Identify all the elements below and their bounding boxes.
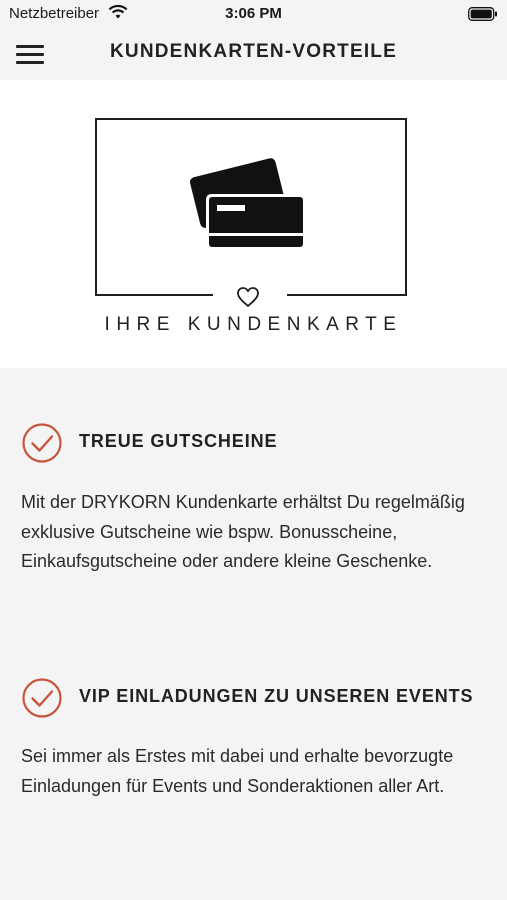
benefit-title: TREUE GUTSCHEINE [79,431,278,451]
nav-bar: KUNDENKARTEN-VORTEILE [0,28,507,80]
benefit-description: Sei immer als Erstes mit dabei und erhal… [21,746,454,796]
page-title: KUNDENKARTEN-VORTEILE [110,41,397,62]
status-time: 3:06 PM [225,5,282,22]
frame-divider-right [287,294,407,296]
benefit-description: Mit der DRYKORN Kundenkarte erhältst Du … [21,492,465,571]
benefit-title: VIP EINLADUNGEN ZU UNSEREN EVENTS [79,686,474,706]
check-circle-icon [21,422,63,469]
frame-divider-left [95,294,213,296]
status-bar: Netzbetreiber 3:06 PM [0,0,507,28]
credit-cards-icon [189,154,308,257]
customer-card-banner: IHRE KUNDENKARTE [0,80,507,368]
banner-caption: IHRE KUNDENKARTE [104,314,403,335]
heart-icon [235,286,261,313]
check-circle-icon [21,677,63,724]
battery-icon [468,7,498,26]
